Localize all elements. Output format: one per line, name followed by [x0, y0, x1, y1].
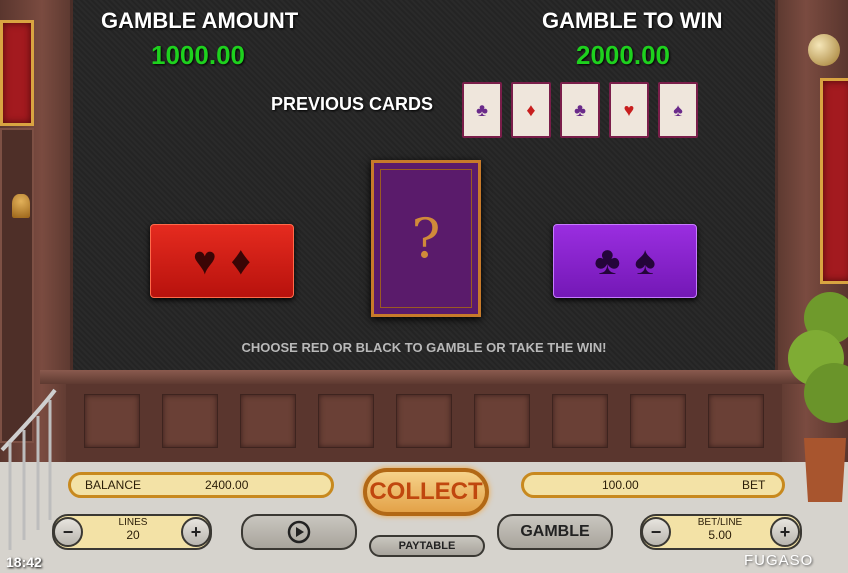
- clock: 18:42: [6, 554, 42, 570]
- board-ledge: [40, 370, 808, 384]
- potted-plant: [788, 292, 848, 502]
- balance-display: BALANCE 2400.00: [68, 472, 334, 498]
- lines-label: LINES: [118, 517, 148, 528]
- heart-icon: ♥: [192, 238, 217, 283]
- previous-card: ♠: [658, 82, 698, 138]
- betline-plus-button[interactable]: +: [770, 517, 800, 547]
- previous-card: ♦: [511, 82, 551, 138]
- collect-button[interactable]: COLLECT: [363, 468, 489, 516]
- club-icon: ♣: [476, 99, 488, 120]
- balance-value: 2400.00: [205, 478, 249, 492]
- previous-card: ♣: [462, 82, 502, 138]
- wainscot-panel: [708, 394, 764, 448]
- club-icon: ♣: [594, 238, 621, 283]
- left-red-panel: [0, 20, 34, 126]
- wainscot-panel: [318, 394, 374, 448]
- wainscot-panel: [162, 394, 218, 448]
- wainscot-panel: [396, 394, 452, 448]
- betline-minus-button[interactable]: −: [641, 517, 671, 547]
- card-back-frame: ?: [380, 169, 472, 308]
- previous-card: ♣: [560, 82, 600, 138]
- bet-value: 100.00: [602, 478, 639, 492]
- heart-icon: ♥: [623, 99, 635, 120]
- wainscot-panel: [552, 394, 608, 448]
- betline-box: BET/LINE 5.00: [676, 517, 764, 547]
- gamble-amount-label: GAMBLE AMOUNT: [101, 8, 299, 33]
- gamble-hint-text: CHOOSE RED OR BLACK TO GAMBLE OR TAKE TH…: [241, 340, 607, 355]
- diamond-icon: ♦: [230, 238, 252, 283]
- gamble-to-win-label: GAMBLE TO WIN: [542, 8, 723, 33]
- question-mark-icon: ?: [411, 207, 441, 270]
- spade-icon: ♠: [634, 238, 656, 283]
- wainscot-panel: [630, 394, 686, 448]
- right-red-panel: [820, 78, 848, 284]
- brand-logo: FUGASO: [744, 552, 814, 569]
- bet-display: 100.00 BET: [521, 472, 785, 498]
- balance-label: BALANCE: [85, 478, 142, 492]
- red-choice-button[interactable]: ♥ ♦: [150, 224, 294, 298]
- lines-plus-button[interactable]: +: [181, 517, 211, 547]
- betline-value: 5.00: [708, 528, 732, 542]
- paytable-button[interactable]: PAYTABLE: [369, 535, 485, 557]
- wainscot-panels: [66, 384, 782, 470]
- spade-icon: ♠: [673, 99, 683, 120]
- previous-card: ♥: [609, 82, 649, 138]
- bet-label: BET: [742, 478, 766, 492]
- wainscot-panel: [84, 394, 140, 448]
- staircase-railing: [0, 388, 57, 550]
- wainscot-panel: [240, 394, 296, 448]
- autoplay-icon: [287, 520, 311, 544]
- wainscot-panel: [474, 394, 530, 448]
- club-icon: ♣: [574, 99, 586, 120]
- lamp-ornament-icon: [808, 34, 840, 66]
- lines-value: 20: [126, 528, 140, 542]
- lines-box: LINES 20: [90, 517, 176, 547]
- autoplay-button[interactable]: [241, 514, 357, 550]
- gamble-amount-value: 1000.00: [151, 40, 245, 70]
- diamond-icon: ♦: [526, 99, 536, 120]
- betline-label: BET/LINE: [697, 517, 743, 528]
- mystery-card: ?: [371, 160, 481, 317]
- black-choice-button[interactable]: ♣ ♠: [553, 224, 697, 298]
- lines-minus-button[interactable]: −: [53, 517, 83, 547]
- gamble-to-win-value: 2000.00: [576, 40, 670, 70]
- previous-cards-label: PREVIOUS CARDS: [271, 94, 434, 114]
- bell-icon: [12, 194, 30, 218]
- gamble-button[interactable]: GAMBLE: [497, 514, 613, 550]
